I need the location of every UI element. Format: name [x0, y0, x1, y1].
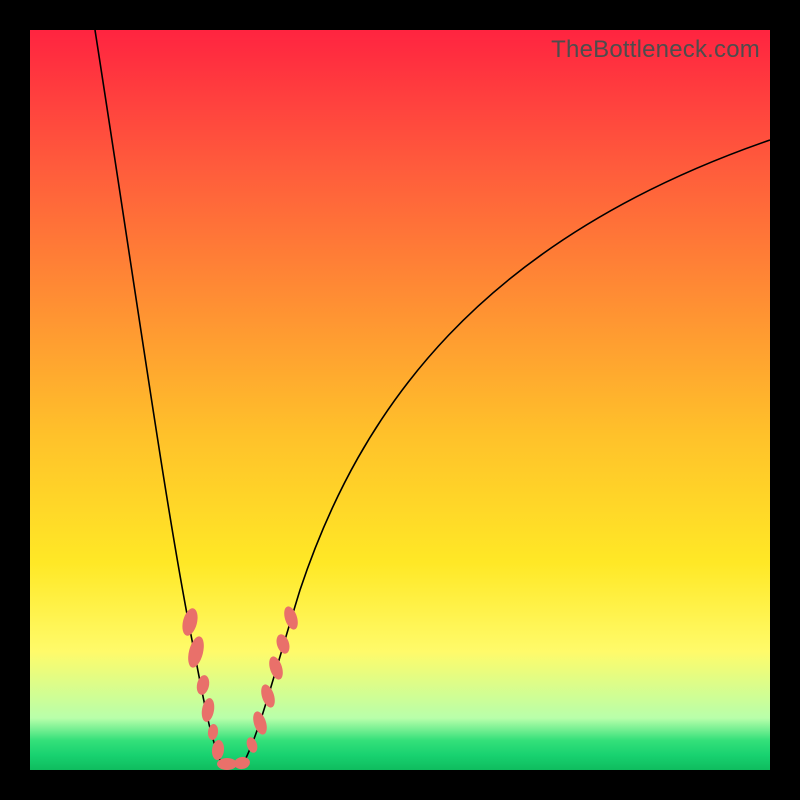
chart-plot-area: TheBottleneck.com [30, 30, 770, 770]
curve-marker [180, 607, 200, 638]
curve-marker [274, 633, 292, 656]
curve-marker [211, 739, 225, 760]
curve-marker [217, 758, 237, 770]
chart-svg [30, 30, 770, 770]
curve-marker [245, 736, 259, 754]
curve-marker [282, 605, 301, 632]
curve-marker [185, 635, 206, 669]
curve-marker [259, 683, 278, 710]
curve-marker [251, 710, 270, 737]
curve-marker [267, 655, 286, 682]
curve-marker [233, 756, 251, 771]
curve-marker [195, 674, 211, 696]
curve-marker [200, 697, 216, 723]
marker-group [180, 605, 301, 771]
